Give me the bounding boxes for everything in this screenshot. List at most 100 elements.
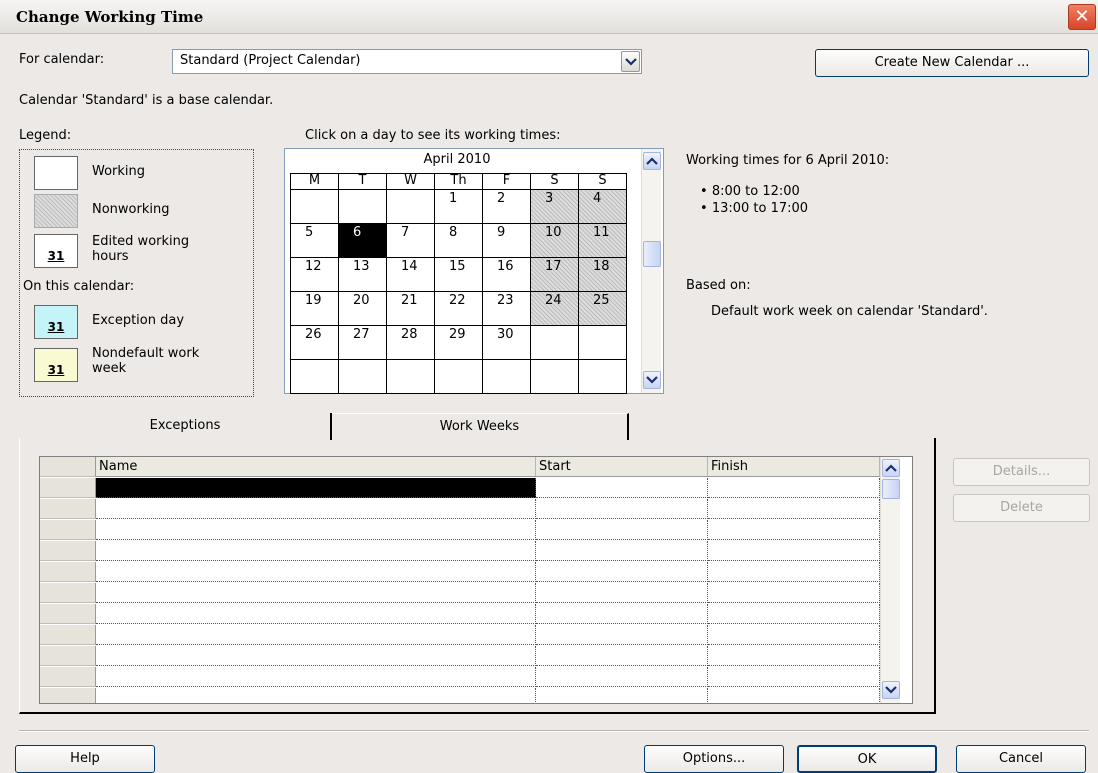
calendar-day-cell[interactable]: 16 (482, 257, 531, 292)
table-cell[interactable] (708, 625, 880, 645)
calendar-day-cell[interactable]: 26 (290, 325, 339, 360)
calendar-day-cell[interactable]: 28 (386, 325, 435, 360)
ok-button[interactable]: OK (797, 745, 937, 773)
row-header[interactable] (40, 583, 96, 603)
calendar-day-cell[interactable] (578, 325, 627, 360)
scroll-up-button[interactable] (643, 152, 661, 170)
table-cell[interactable] (536, 499, 708, 519)
calendar-day-cell[interactable]: 4 (578, 189, 627, 224)
calendar-day-cell[interactable]: 14 (386, 257, 435, 292)
tab-exceptions[interactable]: Exceptions (40, 413, 332, 440)
table-cell[interactable] (536, 604, 708, 624)
table-cell[interactable] (96, 625, 536, 645)
calendar-day-cell[interactable]: 24 (530, 291, 579, 326)
table-cell[interactable] (708, 541, 880, 561)
calendar-day-cell[interactable]: 20 (338, 291, 387, 326)
table-row[interactable] (40, 625, 880, 645)
calendar-day-cell[interactable]: 9 (482, 223, 531, 258)
exceptions-table[interactable]: Name Start Finish (39, 456, 913, 704)
row-header[interactable] (40, 478, 96, 498)
calendar-day-cell[interactable]: 27 (338, 325, 387, 360)
calendar-select[interactable]: Standard (Project Calendar) (172, 49, 642, 74)
table-row[interactable] (40, 499, 880, 519)
close-button[interactable]: ✕ (1068, 4, 1096, 30)
table-cell[interactable] (96, 667, 536, 687)
table-cell[interactable] (536, 667, 708, 687)
calendar-day-cell[interactable]: 10 (530, 223, 579, 258)
table-cell[interactable] (708, 499, 880, 519)
table-row[interactable] (40, 583, 880, 603)
row-header[interactable] (40, 520, 96, 540)
table-row[interactable] (40, 562, 880, 582)
table-row[interactable] (40, 478, 880, 498)
table-cell[interactable] (96, 478, 536, 498)
table-cell[interactable] (708, 667, 880, 687)
table-cell[interactable] (536, 688, 708, 703)
calendar-day-cell[interactable] (338, 189, 387, 224)
calendar-day-cell[interactable]: 30 (482, 325, 531, 360)
table-cell[interactable] (96, 646, 536, 666)
row-header[interactable] (40, 499, 96, 519)
table-row[interactable] (40, 604, 880, 624)
details-button[interactable]: Details... (953, 458, 1090, 486)
table-cell[interactable] (96, 688, 536, 703)
calendar-day-cell[interactable]: 11 (578, 223, 627, 258)
calendar-day-cell[interactable]: 17 (530, 257, 579, 292)
table-row[interactable] (40, 688, 880, 703)
calendar-day-cell[interactable]: 18 (578, 257, 627, 292)
table-cell[interactable] (708, 583, 880, 603)
calendar-day-cell[interactable]: 15 (434, 257, 483, 292)
calendar-day-cell[interactable]: 25 (578, 291, 627, 326)
exceptions-scrollbar[interactable] (880, 457, 900, 703)
table-cell[interactable] (536, 583, 708, 603)
table-cell[interactable] (96, 520, 536, 540)
calendar-day-cell[interactable]: 6 (338, 223, 387, 258)
row-header[interactable] (40, 625, 96, 645)
table-cell[interactable] (96, 562, 536, 582)
row-header[interactable] (40, 562, 96, 582)
calendar-day-cell[interactable]: 23 (482, 291, 531, 326)
row-header[interactable] (40, 667, 96, 687)
scroll-thumb[interactable] (643, 241, 661, 267)
table-row[interactable] (40, 520, 880, 540)
table-cell[interactable] (536, 625, 708, 645)
table-cell[interactable] (708, 478, 880, 498)
calendar-day-cell[interactable] (386, 189, 435, 224)
calendar-day-cell[interactable]: 21 (386, 291, 435, 326)
table-cell[interactable] (708, 646, 880, 666)
delete-button[interactable]: Delete (953, 494, 1090, 522)
calendar-day-cell[interactable] (530, 325, 579, 360)
calendar-dropdown-button[interactable] (621, 51, 640, 72)
calendar-day-cell[interactable] (386, 359, 435, 394)
calendar-day-cell[interactable]: 1 (434, 189, 483, 224)
column-header[interactable]: Start (536, 457, 708, 477)
calendar-day-cell[interactable]: 19 (290, 291, 339, 326)
row-header[interactable] (40, 688, 96, 703)
table-cell[interactable] (536, 646, 708, 666)
table-cell[interactable] (708, 688, 880, 703)
scroll-down-button[interactable] (643, 371, 661, 389)
scroll-down-button[interactable] (882, 681, 900, 699)
calendar-scrollbar[interactable] (641, 149, 661, 393)
table-cell[interactable] (536, 562, 708, 582)
calendar-day-cell[interactable]: 22 (434, 291, 483, 326)
table-cell[interactable] (708, 562, 880, 582)
calendar-day-cell[interactable]: 5 (290, 223, 339, 258)
calendar-day-cell[interactable]: 29 (434, 325, 483, 360)
calendar-day-cell[interactable]: 7 (386, 223, 435, 258)
row-header[interactable] (40, 457, 96, 477)
calendar-day-cell[interactable] (482, 359, 531, 394)
row-header[interactable] (40, 541, 96, 561)
table-cell[interactable] (536, 520, 708, 540)
table-cell[interactable] (96, 499, 536, 519)
calendar-day-cell[interactable] (290, 189, 339, 224)
table-cell[interactable] (96, 541, 536, 561)
calendar-day-cell[interactable] (530, 359, 579, 394)
options-button[interactable]: Options... (644, 745, 784, 773)
create-new-calendar-button[interactable]: Create New Calendar ... (815, 49, 1089, 77)
table-cell[interactable] (96, 604, 536, 624)
table-cell[interactable] (536, 541, 708, 561)
table-row[interactable] (40, 541, 880, 561)
scroll-up-button[interactable] (882, 459, 900, 477)
help-button[interactable]: Help (15, 745, 155, 773)
